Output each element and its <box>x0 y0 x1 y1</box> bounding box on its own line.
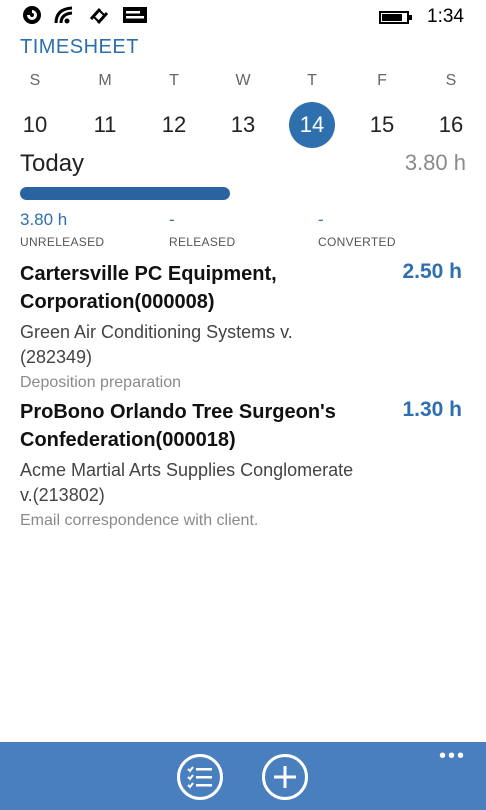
day-of-week: W <box>235 72 251 89</box>
message-icon <box>123 7 147 23</box>
entry-description: Email correspondence with client. <box>20 512 259 529</box>
stat-label: RELEASED <box>169 235 236 249</box>
hours-progress-bar <box>20 187 230 200</box>
day-number: 14 <box>289 102 335 148</box>
clock: 1:34 <box>427 6 464 27</box>
entry-description: Deposition preparation <box>20 374 181 391</box>
notification-icon <box>23 6 41 24</box>
entry-hours: 2.50 h <box>402 260 462 283</box>
time-entry[interactable]: Cartersville PC Equipment, Corporation(0… <box>20 260 466 394</box>
entry-matter: Acme Martial Arts Supplies Conglomerate … <box>20 460 354 505</box>
day-saturday[interactable]: S 16 <box>426 70 476 148</box>
list-button[interactable] <box>177 754 223 800</box>
day-of-week: T <box>307 72 317 89</box>
day-number: 11 <box>93 112 117 137</box>
progress-fill <box>20 187 230 200</box>
stat-released: - RELEASED <box>169 210 235 249</box>
day-monday[interactable]: M 11 <box>80 70 130 148</box>
day-wednesday[interactable]: W 13 <box>218 70 268 148</box>
stat-label: CONVERTED <box>318 235 396 249</box>
app-title: TIMESHEET <box>20 36 139 58</box>
day-number: 10 <box>22 112 48 137</box>
day-of-week: F <box>377 72 387 89</box>
status-icons <box>22 5 148 25</box>
app-bar: ••• <box>0 742 486 810</box>
entry-client: ProBono Orlando Tree Surgeon's Confedera… <box>20 401 336 451</box>
stat-converted: - CONVERTED <box>318 210 396 249</box>
day-sunday[interactable]: S 10 <box>10 70 60 148</box>
entry-client: Cartersville PC Equipment, Corporation(0… <box>20 263 277 313</box>
today-total-hours: 3.80 h <box>404 150 466 175</box>
today-label: Today <box>20 150 85 177</box>
day-of-week: M <box>98 72 112 89</box>
day-of-week: T <box>169 72 179 89</box>
stat-value: - <box>169 210 175 229</box>
add-button[interactable] <box>262 754 308 800</box>
day-of-week: S <box>29 72 41 89</box>
week-strip: S 10 M 11 T 12 W 13 T 14 F 15 S 16 <box>0 70 486 150</box>
day-number: 13 <box>230 112 256 137</box>
battery-icon <box>379 10 413 24</box>
day-number: 12 <box>161 112 187 137</box>
day-of-week: S <box>445 72 457 89</box>
data-connection-icon <box>89 7 109 25</box>
stat-label: UNRELEASED <box>20 235 105 249</box>
day-thursday-selected[interactable]: T 14 <box>287 70 337 148</box>
day-tuesday[interactable]: T 12 <box>149 70 199 148</box>
more-options-button[interactable]: ••• <box>439 746 466 766</box>
time-entry[interactable]: ProBono Orlando Tree Surgeon's Confedera… <box>20 398 466 532</box>
list-icon <box>187 766 212 789</box>
wifi-icon <box>54 6 73 24</box>
entry-hours: 1.30 h <box>402 398 462 421</box>
stat-value: - <box>318 210 324 229</box>
add-icon <box>274 766 296 788</box>
entry-matter: Green Air Conditioning Systems v.(282349… <box>20 322 293 367</box>
stat-unreleased: 3.80 h UNRELEASED <box>20 210 104 249</box>
day-friday[interactable]: F 15 <box>357 70 407 148</box>
stat-value: 3.80 h <box>20 210 68 229</box>
today-summary: Today 3.80 h <box>20 150 466 180</box>
day-number: 16 <box>438 112 464 137</box>
day-number: 15 <box>369 112 395 137</box>
status-bar: 1:34 <box>0 0 486 34</box>
